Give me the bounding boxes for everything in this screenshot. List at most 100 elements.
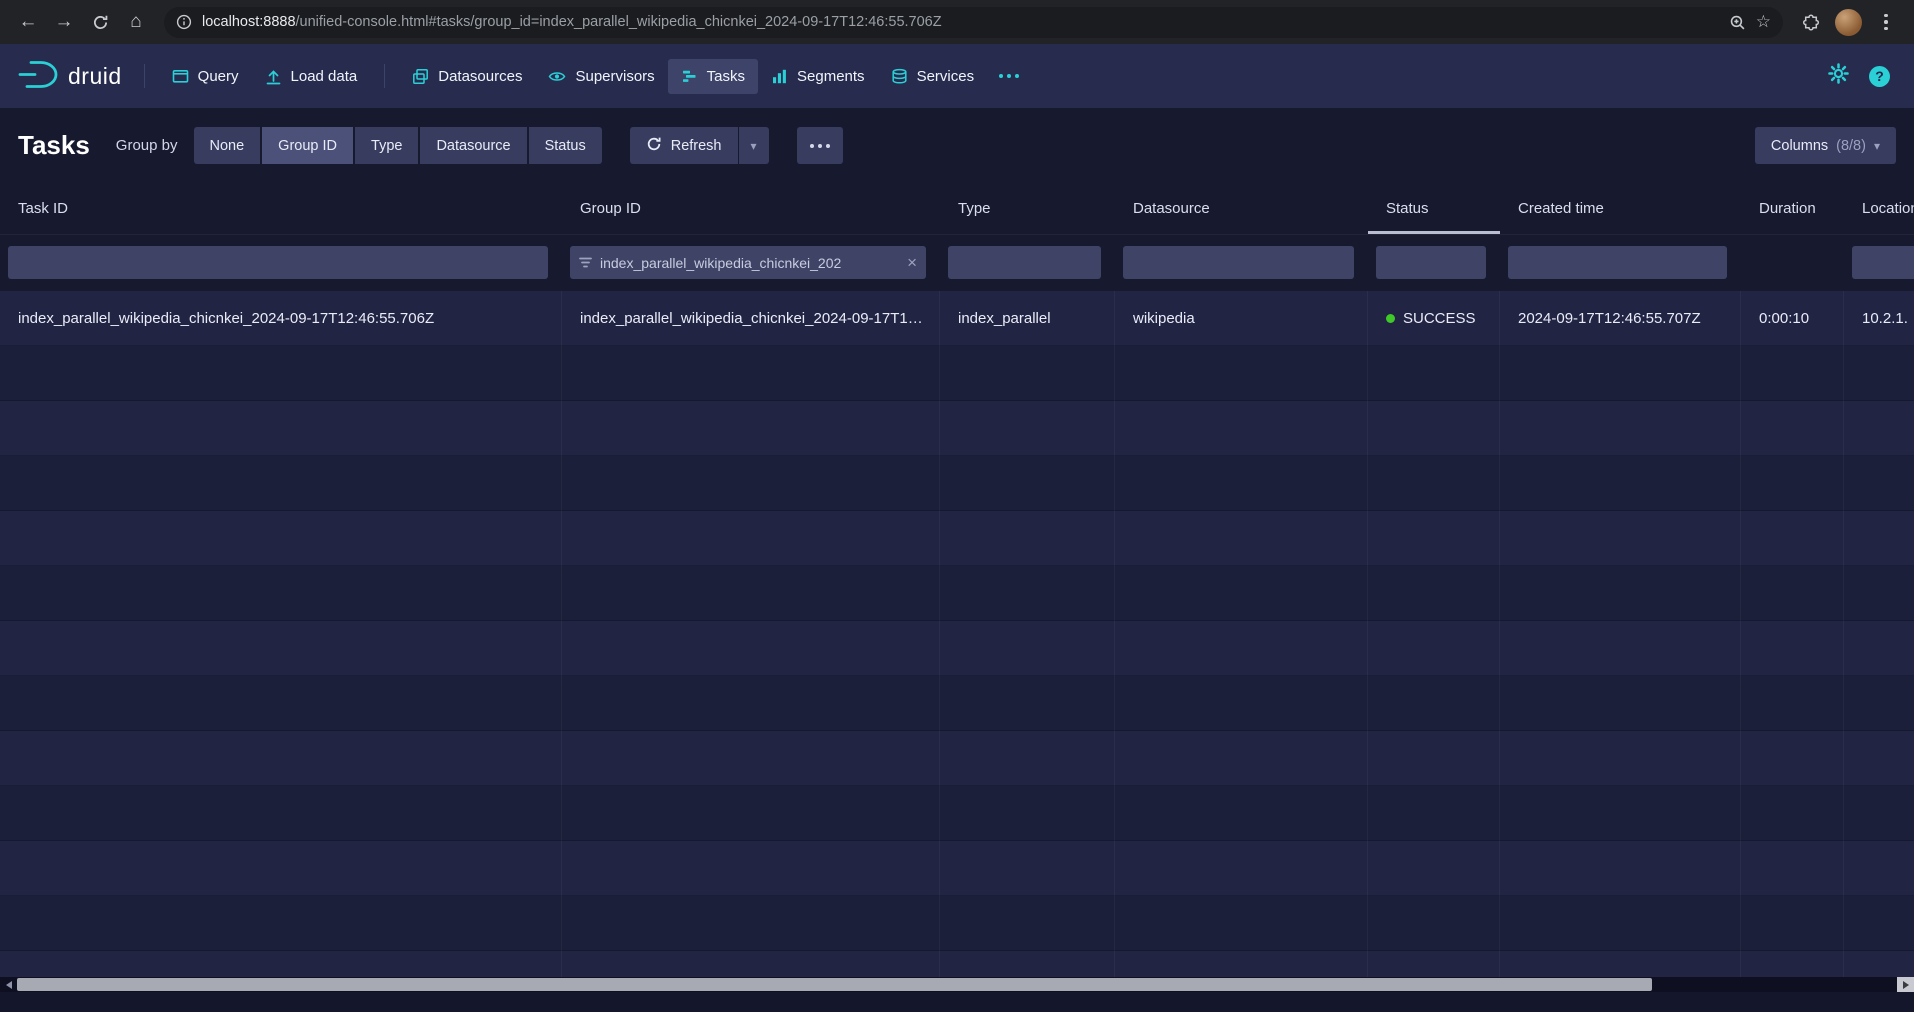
cell-empty — [0, 676, 562, 731]
cell-empty — [1741, 786, 1844, 841]
cell-group-id: index_parallel_wikipedia_chicnkei_2024-0… — [562, 291, 940, 346]
url-bar[interactable]: localhost:8888/unified-console.html#task… — [164, 7, 1783, 38]
cell-empty — [1115, 786, 1368, 841]
table-row-empty — [0, 676, 1914, 731]
cell-empty — [1368, 676, 1500, 731]
cell-empty — [1115, 346, 1368, 401]
filter-input-group-id[interactable]: index_parallel_wikipedia_chicnkei_202 × — [570, 246, 926, 279]
back-icon[interactable]: ← — [10, 4, 46, 40]
refresh-interval-dropdown[interactable]: ▾ — [739, 127, 769, 164]
column-header-duration[interactable]: Duration — [1741, 183, 1844, 234]
nav-item-services[interactable]: Services — [878, 59, 988, 94]
cell-empty — [1844, 346, 1914, 401]
cell-empty — [562, 456, 940, 511]
horizontal-scrollbar[interactable] — [0, 977, 1914, 992]
cell-created-time: 2024-09-17T12:46:55.707Z — [1500, 291, 1741, 346]
group-by-status-button[interactable]: Status — [529, 127, 602, 164]
nav-item-supervisors[interactable]: Supervisors — [535, 59, 667, 94]
cell-empty — [940, 456, 1115, 511]
profile-avatar[interactable] — [1835, 9, 1862, 36]
cell-empty — [1500, 401, 1741, 456]
druid-logo[interactable] — [18, 59, 58, 94]
table-row-empty — [0, 401, 1914, 456]
group-by-type-button[interactable]: Type — [355, 127, 418, 164]
filter-input-datasource[interactable] — [1123, 246, 1354, 279]
table-row-empty — [0, 511, 1914, 566]
cell-empty — [1368, 621, 1500, 676]
cell-empty — [1115, 731, 1368, 786]
column-header-status[interactable]: Status — [1368, 183, 1500, 234]
zoom-icon[interactable] — [1729, 14, 1746, 31]
cell-empty — [1741, 731, 1844, 786]
url-text[interactable]: localhost:8888/unified-console.html#task… — [202, 14, 1719, 30]
cell-empty — [1500, 731, 1741, 786]
filter-input-status[interactable] — [1376, 246, 1486, 279]
refresh-split-button: Refresh ▾ — [630, 127, 769, 164]
help-icon[interactable]: ? — [1869, 66, 1890, 87]
site-info-icon[interactable] — [176, 14, 192, 30]
refresh-icon — [646, 136, 662, 156]
group-by-datasource-button[interactable]: Datasource — [420, 127, 526, 164]
column-header-location[interactable]: Location — [1844, 183, 1914, 234]
table-body: index_parallel_wikipedia_chicnkei_2024-0… — [0, 291, 1914, 978]
header-divider — [144, 64, 145, 88]
cell-empty — [1741, 951, 1844, 978]
nav-more-icon[interactable] — [987, 65, 1031, 87]
cell-empty — [562, 566, 940, 621]
extensions-icon[interactable] — [1793, 4, 1829, 40]
cell-empty — [562, 676, 940, 731]
cell-empty — [1500, 676, 1741, 731]
columns-count: (8/8) — [1836, 138, 1866, 154]
cell-empty — [1115, 401, 1368, 456]
cell-empty — [1500, 346, 1741, 401]
cell-empty — [1368, 786, 1500, 841]
menu-kebab-icon[interactable] — [1868, 4, 1904, 40]
filter-input-task-id[interactable] — [8, 246, 548, 279]
cell-empty — [1741, 841, 1844, 896]
cell-empty — [0, 456, 562, 511]
cell-empty — [1500, 951, 1741, 978]
scroll-left-arrow[interactable] — [0, 977, 17, 992]
column-header-group-id[interactable]: Group ID — [562, 183, 940, 234]
nav-item-datasources[interactable]: Datasources — [399, 59, 535, 94]
nav-item-segments[interactable]: Segments — [758, 59, 878, 94]
cell-empty — [1741, 511, 1844, 566]
chevron-down-icon: ▾ — [1874, 139, 1880, 153]
reload-icon[interactable] — [82, 4, 118, 40]
datasources-icon — [412, 68, 429, 85]
settings-gear-icon[interactable] — [1828, 63, 1849, 89]
columns-label: Columns — [1771, 138, 1828, 154]
cell-empty — [1115, 566, 1368, 621]
cell-empty — [1115, 951, 1368, 978]
cell-empty — [0, 731, 562, 786]
group-by-group-id-button[interactable]: Group ID — [262, 127, 353, 164]
cell-empty — [562, 896, 940, 951]
group-by-button-group: None Group ID Type Datasource Status — [194, 127, 602, 164]
toolbar-more-button[interactable] — [797, 127, 843, 164]
column-header-datasource[interactable]: Datasource — [1115, 183, 1368, 234]
home-icon[interactable]: ⌂ — [118, 4, 154, 40]
filter-input-created-time[interactable] — [1508, 246, 1727, 279]
filter-input-type[interactable] — [948, 246, 1101, 279]
refresh-button[interactable]: Refresh — [630, 127, 738, 164]
bookmark-star-icon[interactable]: ☆ — [1756, 12, 1771, 32]
group-by-none-button[interactable]: None — [194, 127, 261, 164]
filter-input-location[interactable] — [1852, 246, 1914, 279]
columns-button[interactable]: Columns (8/8) ▾ — [1755, 127, 1896, 164]
column-header-created-time[interactable]: Created time — [1500, 183, 1741, 234]
clear-filter-icon[interactable]: × — [907, 254, 917, 271]
nav-item-load-data[interactable]: Load data — [252, 59, 371, 94]
cell-location: 10.2.1. — [1844, 291, 1914, 346]
table-row[interactable]: index_parallel_wikipedia_chicnkei_2024-0… — [0, 291, 1914, 346]
cell-empty — [562, 841, 940, 896]
forward-icon[interactable]: → — [46, 4, 82, 40]
column-header-type[interactable]: Type — [940, 183, 1115, 234]
column-header-task-id[interactable]: Task ID — [0, 183, 562, 234]
nav-item-query[interactable]: Query — [159, 59, 252, 94]
nav-item-tasks[interactable]: Tasks — [668, 59, 758, 94]
segments-icon — [771, 68, 788, 85]
scroll-right-arrow[interactable] — [1897, 977, 1914, 992]
scrollbar-thumb[interactable] — [17, 978, 1652, 991]
cell-empty — [562, 621, 940, 676]
page-title: Tasks — [18, 130, 90, 161]
